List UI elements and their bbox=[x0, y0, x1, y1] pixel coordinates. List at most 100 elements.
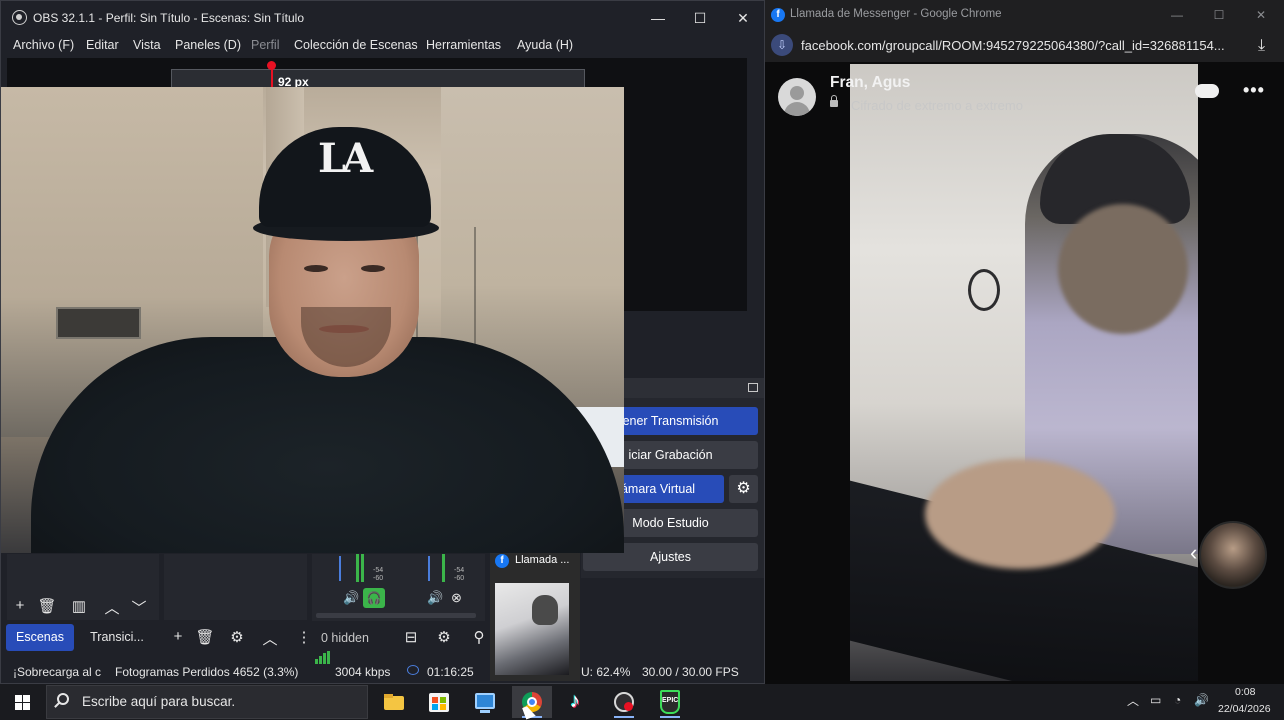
obs-titlebar[interactable]: OBS 32.1.1 - Perfil: Sin Título - Escena… bbox=[1, 1, 764, 35]
chrome-maximize-button[interactable]: ☐ bbox=[1205, 5, 1233, 25]
site-info-icon[interactable]: ⇩ bbox=[771, 34, 793, 56]
caller-name: Fran, Agus bbox=[830, 74, 911, 91]
obs-status-bar: ¡Sobrecarga al c Fotogramas Perdidos 465… bbox=[1, 657, 764, 683]
person-mouth bbox=[319, 325, 369, 333]
remote-person-hand bbox=[925, 459, 1115, 569]
chrome-titlebar[interactable]: f Llamada de Messenger - Google Chrome —… bbox=[765, 0, 1284, 30]
obs-icon[interactable] bbox=[604, 686, 644, 718]
background-electrical-box bbox=[56, 307, 141, 339]
menu-scene-collection[interactable]: Colección de Escenas bbox=[294, 38, 418, 52]
minimize-button[interactable]: — bbox=[643, 6, 673, 30]
bitrate: 3004 kbps bbox=[335, 665, 391, 679]
nested-screen-capture bbox=[171, 69, 585, 89]
advanced-audio-gear-icon[interactable]: ⚙ bbox=[434, 628, 454, 646]
maximize-button[interactable]: ☐ bbox=[685, 6, 715, 30]
monitor-headphones-icon[interactable]: 🎧 bbox=[363, 588, 385, 608]
avatar-body bbox=[784, 102, 810, 116]
caller-avatar[interactable] bbox=[778, 78, 816, 116]
cpu-usage: U: 62.4% bbox=[581, 665, 631, 679]
remove-source-icon[interactable]: 🗑 bbox=[195, 628, 215, 646]
tab-transitions[interactable]: Transici... bbox=[81, 624, 153, 651]
stream-duration: 01:16:25 bbox=[427, 665, 474, 679]
wifi-icon[interactable]: ◔ bbox=[1174, 693, 1181, 707]
chrome-close-button[interactable]: ✕ bbox=[1247, 5, 1275, 25]
remote-video-feed[interactable] bbox=[850, 64, 1198, 681]
source-properties-gear-icon[interactable]: ⚙ bbox=[227, 628, 247, 646]
menu-edit[interactable]: Editar bbox=[86, 38, 119, 52]
la-cap-logo: LA bbox=[318, 135, 373, 182]
mixer-layout-icon[interactable]: ⊟ bbox=[401, 628, 421, 646]
battery-icon[interactable]: ▭ bbox=[1150, 693, 1161, 707]
chevron-left-icon[interactable]: ‹ bbox=[1190, 540, 1197, 566]
menu-profile[interactable]: Perfil bbox=[251, 38, 279, 52]
volume-icon[interactable]: 🔊 bbox=[343, 590, 359, 606]
audio-meter-level bbox=[442, 554, 445, 582]
volume-icon[interactable]: 🔊 bbox=[427, 590, 443, 606]
menu-docks[interactable]: Paneles (D) bbox=[175, 38, 241, 52]
audio-meter bbox=[339, 556, 341, 581]
file-explorer-icon[interactable] bbox=[374, 686, 414, 718]
add-source-icon[interactable]: + bbox=[168, 628, 188, 645]
scene-filters-icon[interactable]: ▥ bbox=[69, 597, 89, 615]
search-placeholder[interactable]: Escribe aquí para buscar. bbox=[82, 694, 235, 709]
close-button[interactable]: ✕ bbox=[728, 6, 758, 30]
menu-tools[interactable]: Herramientas bbox=[426, 38, 501, 52]
tiktok-icon[interactable]: ♪ bbox=[558, 686, 598, 718]
self-view-video[interactable] bbox=[1199, 521, 1267, 589]
clock-time[interactable]: 0:08 bbox=[1235, 686, 1255, 698]
tab-scenes[interactable]: Escenas bbox=[6, 624, 74, 651]
mixer-more-icon[interactable]: ⚲ bbox=[469, 628, 489, 646]
meter-tick-label: -60 bbox=[454, 575, 465, 582]
wall-ring bbox=[968, 269, 1000, 311]
remove-scene-icon[interactable]: 🗑 bbox=[37, 597, 57, 615]
audio-mixer-dock bbox=[312, 554, 485, 622]
facebook-favicon-icon: f bbox=[771, 8, 785, 22]
download-icon[interactable]: ⤓ bbox=[1258, 37, 1265, 55]
remote-desktop-icon[interactable] bbox=[465, 686, 505, 718]
search-icon bbox=[57, 693, 69, 705]
virtual-camera-settings-gear-icon[interactable]: ⚙ bbox=[729, 475, 758, 503]
meter-tick-label: -60 bbox=[373, 575, 384, 582]
move-up-icon[interactable]: ︿ bbox=[102, 597, 122, 618]
overload-warning: ¡Sobrecarga al c bbox=[13, 665, 102, 679]
mixer-scrollbar[interactable] bbox=[316, 613, 476, 618]
more-options-icon[interactable]: ••• bbox=[1243, 80, 1265, 101]
chrome-minimize-button[interactable]: — bbox=[1163, 5, 1191, 25]
obs-window: OBS 32.1.1 - Perfil: Sin Título - Escena… bbox=[0, 0, 765, 684]
menu-file[interactable]: Archivo (F) bbox=[13, 38, 74, 52]
thumbnail-title: Llamada ... bbox=[515, 554, 570, 566]
clock-date[interactable]: 22/04/2026 bbox=[1218, 703, 1271, 715]
monitor-off-icon[interactable]: ⊗ bbox=[451, 590, 462, 606]
edge-guide-line bbox=[271, 69, 273, 87]
avatar-head bbox=[790, 86, 804, 100]
start-button[interactable] bbox=[0, 684, 44, 720]
menu-help[interactable]: Ayuda (H) bbox=[517, 38, 573, 52]
menu-view[interactable]: Vista bbox=[133, 38, 161, 52]
epic-games-icon[interactable]: EPIC bbox=[650, 686, 690, 718]
obs-window-title: OBS 32.1.1 - Perfil: Sin Título - Escena… bbox=[33, 11, 305, 25]
more-options-icon[interactable]: ⋮ bbox=[294, 628, 314, 646]
meter-tick-label: -54 bbox=[454, 567, 465, 574]
audio-meter bbox=[428, 556, 430, 581]
obs-menubar: Archivo (F) Editar Vista Paneles (D) Per… bbox=[1, 35, 764, 57]
thumbnail-person bbox=[532, 595, 558, 625]
add-scene-icon[interactable]: + bbox=[10, 597, 30, 614]
move-down-icon[interactable]: ﹀ bbox=[129, 597, 149, 618]
microsoft-store-icon[interactable] bbox=[419, 686, 459, 718]
url-text[interactable]: facebook.com/groupcall/ROOM:945279225064… bbox=[801, 38, 1225, 53]
lock-icon bbox=[830, 95, 838, 107]
volume-icon[interactable]: 🔊 bbox=[1194, 693, 1209, 707]
show-hidden-icons-chevron-icon[interactable]: ︿ bbox=[1127, 692, 1139, 709]
facebook-icon: f bbox=[495, 554, 509, 568]
webcam-feed: LA bbox=[1, 87, 624, 553]
audio-meter-level bbox=[361, 554, 364, 582]
source-move-up-icon[interactable]: ︿ bbox=[260, 628, 280, 649]
game-controller-icon[interactable] bbox=[1195, 84, 1219, 98]
frame-rate: 30.00 / 30.00 FPS bbox=[642, 665, 739, 679]
undock-icon[interactable] bbox=[748, 383, 758, 392]
hidden-sources-count: 0 hidden bbox=[321, 631, 369, 645]
meter-tick-label: -54 bbox=[373, 567, 384, 574]
obs-logo-icon bbox=[12, 10, 27, 25]
thumbnail-image[interactable] bbox=[495, 583, 569, 675]
streaming-status-icon bbox=[407, 665, 419, 675]
